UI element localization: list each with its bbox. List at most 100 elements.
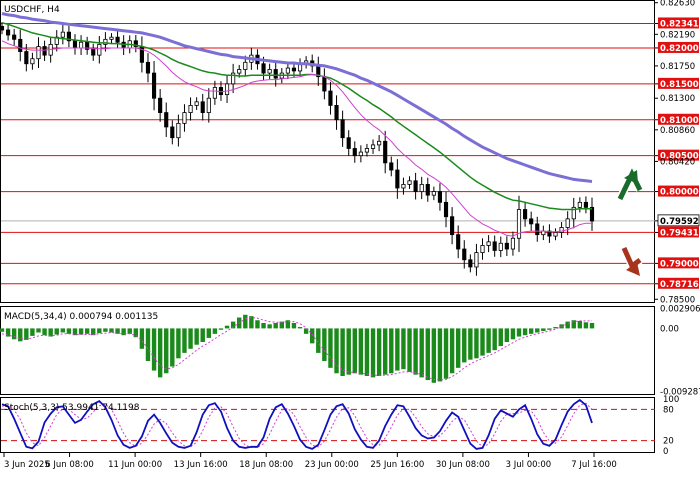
candle <box>91 48 96 56</box>
macd-bar <box>127 328 132 334</box>
macd-bar <box>504 328 510 342</box>
price-tick-label: 0.81300 <box>660 94 695 104</box>
candle <box>370 144 376 149</box>
candle <box>42 46 47 56</box>
macd-bar <box>182 328 187 353</box>
macd-bar <box>157 328 163 378</box>
macd-bar <box>18 328 23 342</box>
macd-bar <box>224 325 230 329</box>
time-label: 30 Jun 08:00 <box>436 460 490 470</box>
macd-bar <box>176 328 181 359</box>
macd-bar <box>97 328 102 334</box>
stoch-tick-label: 100 <box>663 395 679 405</box>
macd-bar <box>455 328 461 368</box>
candle <box>523 209 528 220</box>
candle <box>334 105 339 121</box>
macd-bar <box>30 328 35 336</box>
macd-bar <box>413 328 418 375</box>
price-chart-title: USDCHF, H4 <box>4 5 60 15</box>
macd-bar <box>486 328 491 353</box>
candle <box>419 183 424 192</box>
candle <box>468 259 473 268</box>
candle <box>413 180 418 192</box>
macd-bar <box>382 328 388 375</box>
time-label: 13 Jun 16:00 <box>174 460 228 470</box>
time-label: 6 Jun 08:00 <box>45 460 94 470</box>
macd-title: MACD(5,34,4) 0.000794 0.001135 <box>4 312 158 322</box>
candle <box>425 183 430 196</box>
candle <box>328 90 333 106</box>
time-label: 3 Jun 2025 <box>4 460 50 470</box>
macd-bar <box>103 328 108 332</box>
macd-bar <box>480 328 485 356</box>
candle <box>583 201 588 208</box>
candle <box>273 69 278 79</box>
macd-bar <box>407 328 412 372</box>
candle <box>237 69 242 74</box>
candle <box>60 31 65 38</box>
candle <box>224 83 230 96</box>
candle <box>194 101 199 106</box>
candle <box>285 67 290 74</box>
macd-bar <box>78 328 84 335</box>
level-tag-label: 0.78716 <box>660 280 699 290</box>
level-tag-label: 0.81500 <box>660 80 699 90</box>
candle <box>456 234 461 250</box>
macd-bar <box>206 328 212 338</box>
candle <box>577 201 582 208</box>
macd-bar <box>583 322 589 329</box>
candle <box>498 242 503 251</box>
candle <box>377 140 382 146</box>
macd-bar <box>188 328 193 349</box>
macd-bar <box>145 328 151 362</box>
candle <box>340 119 345 139</box>
time-label: 25 Jun 16:00 <box>370 460 424 470</box>
candle <box>401 183 406 189</box>
candle <box>182 112 187 124</box>
candle <box>431 191 436 196</box>
candle <box>30 58 35 65</box>
level-tag-label: 0.80000 <box>660 188 699 198</box>
price-axis: 0.82630 0.823410.82190 0.82000 0.81750 0.815… <box>655 0 700 305</box>
macd-bar <box>310 328 315 344</box>
macd-bar <box>36 328 41 333</box>
candle <box>474 252 479 268</box>
candle <box>97 43 102 56</box>
candle <box>212 87 217 99</box>
macd-bar <box>474 328 479 359</box>
macd-bar <box>54 328 59 335</box>
macd-bar <box>425 328 430 381</box>
macd-bar <box>346 328 351 375</box>
level-tag-label: 0.82000 <box>660 44 699 54</box>
candle <box>510 237 516 250</box>
candle <box>206 97 211 113</box>
time-label: 11 Jun 00:00 <box>108 460 162 470</box>
macd-bar <box>291 322 297 329</box>
candle <box>407 180 412 185</box>
macd-bar <box>498 328 503 347</box>
macd-bar <box>328 328 333 368</box>
price-tick-label: 0.81750 <box>660 62 695 72</box>
candle <box>535 223 540 236</box>
candle <box>218 87 224 96</box>
macd-bar <box>194 328 199 345</box>
macd-bar <box>243 314 248 329</box>
macd-tick-label: 0.002906 <box>660 305 700 315</box>
price-tick-label: 0.82190 <box>660 30 695 40</box>
macd-bar <box>24 328 29 340</box>
price-tick-label: 0.80420 <box>660 157 695 167</box>
macd-bar <box>462 328 467 363</box>
candle <box>291 67 297 72</box>
candle <box>383 140 388 164</box>
candle <box>176 122 181 139</box>
candle <box>389 162 394 171</box>
candle <box>145 61 151 74</box>
macd-bar <box>11 328 17 340</box>
macd-bar <box>547 328 552 330</box>
macd-bar <box>577 320 583 329</box>
level-tag-label: 0.79000 <box>660 259 699 269</box>
candle <box>6 29 11 36</box>
macd-bar <box>170 328 175 367</box>
current-price-label: 0.79592 <box>660 217 699 227</box>
candle <box>267 69 272 74</box>
